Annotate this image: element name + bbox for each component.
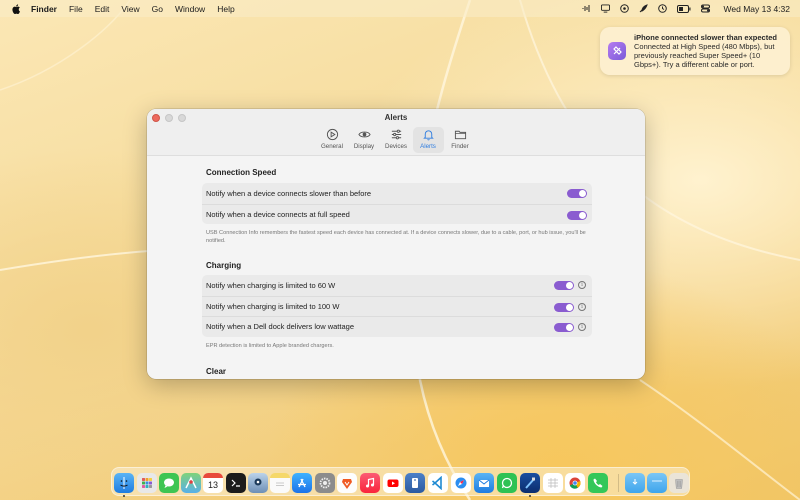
menu-app-name[interactable]: Finder bbox=[31, 4, 57, 14]
window-titlebar: Alerts General Display Devices Alerts Fi… bbox=[147, 109, 645, 156]
calendar-day: 13 bbox=[207, 480, 218, 490]
list-item: Notify when a device connects at full sp… bbox=[202, 203, 592, 225]
tab-devices-label: Devices bbox=[384, 143, 407, 150]
window-title: Alerts bbox=[384, 113, 408, 122]
notification-banner[interactable]: iPhone connected slower than expected Co… bbox=[600, 27, 790, 75]
tab-finder-label: Finder bbox=[451, 143, 469, 150]
settings-window: Alerts General Display Devices Alerts Fi… bbox=[147, 109, 645, 379]
notes-icon[interactable] bbox=[270, 473, 290, 493]
launchpad-icon[interactable] bbox=[137, 473, 157, 493]
section-title-charging: Charging bbox=[206, 261, 242, 270]
tab-display-label: Display bbox=[353, 143, 375, 150]
link-icon[interactable] bbox=[619, 4, 629, 13]
tab-finder[interactable]: Finder bbox=[445, 127, 476, 153]
tab-display[interactable]: Display bbox=[349, 127, 380, 153]
mail-icon[interactable] bbox=[474, 473, 494, 493]
display-icon[interactable] bbox=[600, 4, 610, 13]
info-icon[interactable]: i bbox=[578, 281, 586, 289]
finder-icon[interactable] bbox=[114, 473, 134, 493]
row-label: Notify when charging is limited to 60 W bbox=[206, 280, 336, 290]
row-label: Notify when a device connects slower tha… bbox=[206, 188, 372, 198]
waveform-icon[interactable] bbox=[582, 4, 591, 13]
book-icon[interactable] bbox=[405, 473, 425, 493]
list-item: Notify when charging is limited to 60 W … bbox=[202, 275, 592, 296]
info-icon[interactable]: i bbox=[578, 323, 586, 331]
toggle-notify-60w[interactable] bbox=[554, 281, 574, 290]
bell-icon bbox=[422, 130, 434, 141]
menu-file[interactable]: File bbox=[69, 4, 83, 14]
list-item: Notify when a device connects slower tha… bbox=[202, 183, 592, 204]
menubar-clock[interactable]: Wed May 13 4:32 bbox=[724, 4, 790, 14]
messages-icon[interactable] bbox=[159, 473, 179, 493]
notification-title: iPhone connected slower than expected bbox=[634, 33, 777, 42]
row-label: Notify when a Dell dock delivers low wat… bbox=[206, 322, 354, 332]
control-center-icon[interactable] bbox=[700, 4, 710, 13]
youtube-icon[interactable] bbox=[383, 473, 403, 493]
system-settings-icon[interactable] bbox=[315, 473, 335, 493]
preview-icon[interactable] bbox=[248, 473, 268, 493]
menu-window[interactable]: Window bbox=[175, 4, 205, 14]
list-item: Notify when a Dell dock delivers low wat… bbox=[202, 316, 592, 337]
feather-icon[interactable] bbox=[639, 4, 648, 13]
music-icon[interactable] bbox=[360, 473, 380, 493]
toggle-notify-100w[interactable] bbox=[554, 302, 574, 312]
time-machine-icon[interactable] bbox=[657, 4, 667, 13]
section-title-clear: Clear bbox=[206, 367, 227, 376]
tab-alerts[interactable]: Alerts bbox=[412, 127, 444, 153]
tab-general-label: General bbox=[320, 143, 343, 150]
eye-icon bbox=[357, 131, 371, 138]
charging-note: EPR detection is limited to Apple brande… bbox=[206, 343, 334, 349]
row-label: Notify when a device connects at full sp… bbox=[206, 209, 350, 219]
whatsapp-icon[interactable] bbox=[497, 473, 517, 493]
brave-icon[interactable] bbox=[337, 473, 357, 493]
tab-alerts-label: Alerts bbox=[420, 143, 436, 150]
menu-help[interactable]: Help bbox=[217, 4, 234, 14]
section-title-connection-speed: Connection Speed bbox=[206, 168, 277, 177]
xcode-icon[interactable] bbox=[520, 473, 540, 493]
toggle-notify-slower[interactable] bbox=[567, 189, 587, 198]
menu-go[interactable]: Go bbox=[152, 4, 163, 14]
dock: 13 bbox=[111, 467, 690, 497]
chrome-icon[interactable] bbox=[565, 473, 585, 493]
app-store-icon[interactable] bbox=[292, 473, 312, 493]
menu-bar: Finder File Edit View Go Window Help Wed… bbox=[0, 0, 800, 17]
safari-icon[interactable] bbox=[451, 473, 471, 493]
tab-devices[interactable]: Devices bbox=[381, 127, 412, 153]
folder-icon bbox=[454, 130, 466, 140]
battery-icon[interactable] bbox=[676, 4, 691, 13]
toggle-notify-dell-dock[interactable] bbox=[554, 323, 574, 332]
tab-general[interactable]: General bbox=[317, 127, 348, 153]
list-item: Notify when charging is limited to 100 W… bbox=[202, 295, 592, 317]
alerts-pane: Connection Speed Notify when a device co… bbox=[147, 157, 645, 379]
notification-body: Connected at High Speed (480 Mbps), but … bbox=[634, 42, 775, 69]
folder-icon[interactable] bbox=[625, 473, 645, 493]
play-circle-icon bbox=[326, 128, 338, 141]
charging-group: Notify when charging is limited to 60 W … bbox=[202, 275, 592, 337]
terminal-icon[interactable] bbox=[226, 473, 246, 493]
connection-speed-group: Notify when a device connects slower tha… bbox=[202, 183, 592, 224]
numbers-icon[interactable] bbox=[543, 473, 563, 493]
calendar-icon[interactable]: 13 bbox=[203, 473, 223, 493]
trash-icon[interactable] bbox=[669, 473, 689, 493]
menu-view[interactable]: View bbox=[121, 4, 139, 14]
sliders-icon bbox=[391, 129, 401, 140]
usb-connection-info-app-icon bbox=[608, 42, 626, 60]
toggle-notify-full-speed[interactable] bbox=[567, 210, 587, 220]
row-label: Notify when charging is limited to 100 W bbox=[206, 301, 340, 311]
connection-speed-note: USB Connection Info remembers the fastes… bbox=[206, 230, 586, 244]
preferences-toolbar: General Display Devices Alerts Finder bbox=[147, 127, 645, 153]
apple-logo-icon[interactable] bbox=[11, 3, 21, 14]
downloads-icon[interactable] bbox=[647, 473, 667, 493]
menu-edit[interactable]: Edit bbox=[95, 4, 110, 14]
maps-icon[interactable] bbox=[181, 473, 201, 493]
vscode-icon[interactable] bbox=[428, 473, 448, 493]
phone-icon[interactable] bbox=[588, 473, 608, 493]
info-icon[interactable]: i bbox=[578, 302, 586, 311]
